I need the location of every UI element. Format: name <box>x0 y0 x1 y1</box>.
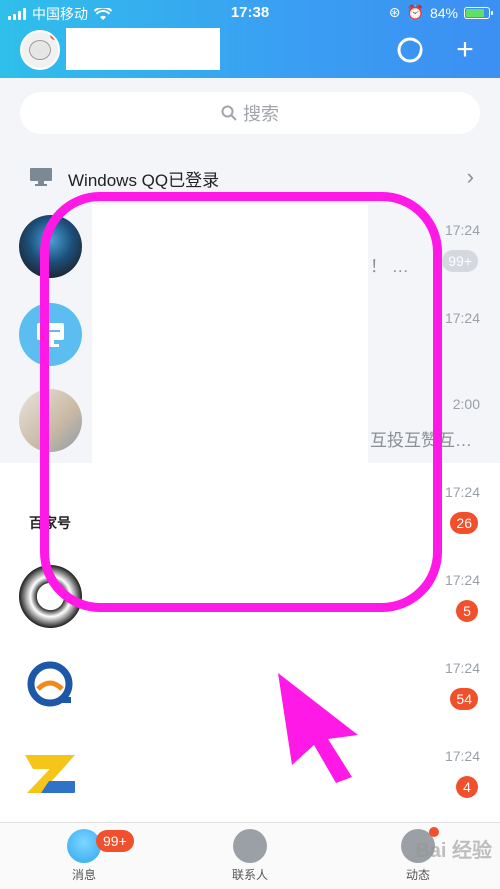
battery-percent: 84% <box>429 4 458 21</box>
username-redacted <box>66 28 220 70</box>
status-bar: 中国移动 17:38 ⊛ ⏰ 84% <box>0 0 500 26</box>
chat-time: 17:24 <box>444 572 480 588</box>
tab-contacts[interactable]: 联系人 <box>210 829 290 883</box>
search-bar[interactable]: 搜索 <box>20 92 480 134</box>
battery-icon <box>464 6 493 19</box>
notification-dot <box>50 32 58 40</box>
chat-time: 17:24 <box>444 748 480 764</box>
chat-avatar <box>19 741 82 804</box>
login-notice-text: Windows QQ已登录 <box>68 171 220 190</box>
contacts-icon <box>233 829 267 863</box>
computer-icon <box>30 168 52 186</box>
chat-avatar <box>19 653 82 716</box>
plus-icon[interactable]: + <box>451 35 479 65</box>
unread-badge: 26 <box>450 512 478 534</box>
search-placeholder: 搜索 <box>243 104 279 124</box>
tab-label: 联系人 <box>231 868 268 882</box>
search-icon <box>221 105 237 121</box>
q-logo-icon <box>27 661 73 707</box>
chat-row[interactable]: 17:24 4 <box>0 728 500 816</box>
chat-time: 2:00 <box>452 396 480 412</box>
chat-time: 17:24 <box>444 484 480 500</box>
unread-badge: 4 <box>456 776 478 798</box>
messages-tab-badge: 99+ <box>96 830 134 852</box>
chat-time: 17:24 <box>444 660 480 676</box>
unread-badge: 5 <box>456 600 478 622</box>
tab-label: 消息 <box>71 868 96 882</box>
chat-time: 17:24 <box>444 222 480 238</box>
circle-icon[interactable] <box>396 36 424 64</box>
my-avatar[interactable] <box>20 30 60 70</box>
chevron-right-icon: › <box>466 164 474 189</box>
tab-label: 动态 <box>405 868 430 882</box>
unread-badge: 54 <box>450 688 478 710</box>
chat-row[interactable]: 17:24 54 <box>0 640 500 728</box>
alarm-icon: ⏰ <box>406 4 424 20</box>
watermark-text: Bai 经验 <box>415 840 492 862</box>
chat-time: 17:24 <box>444 310 480 326</box>
messages-icon <box>67 829 101 863</box>
z-logo-icon <box>25 755 75 793</box>
unread-badge: 99+ <box>442 250 478 272</box>
top-bar: 中国移动 17:38 ⊛ ⏰ 84% + <box>0 0 500 78</box>
lock-rotation-icon: ⊛ <box>388 4 401 20</box>
annotation-arrow-icon <box>278 673 358 783</box>
annotation-highlight-box <box>40 192 442 612</box>
